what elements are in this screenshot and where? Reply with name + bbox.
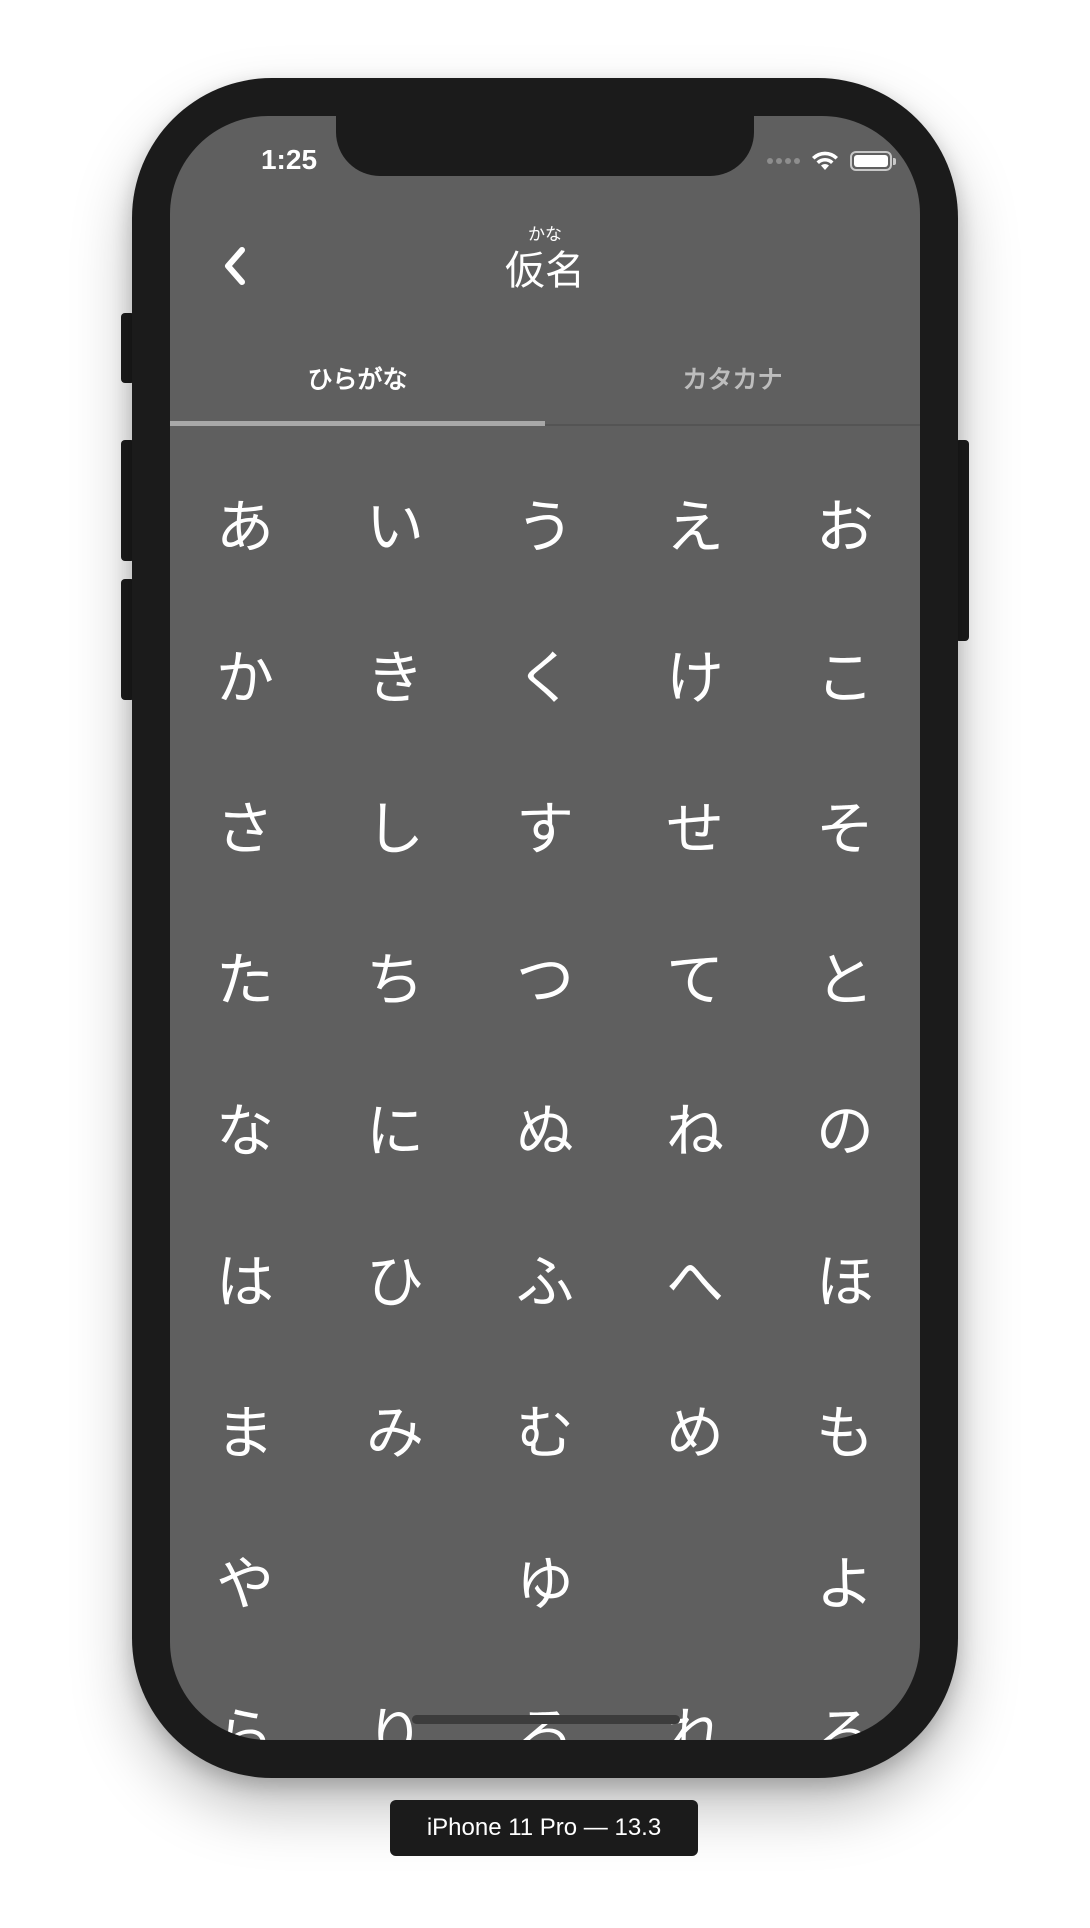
kana-cell[interactable]: に [320, 1050, 470, 1201]
simulator-stage: 1:25 かな 仮名 ひらがな カタカナ あ い う え お か き く け こ… [0, 0, 1090, 1928]
kana-cell[interactable]: ね [620, 1050, 770, 1201]
kana-cell[interactable]: ま [170, 1352, 320, 1503]
kana-cell[interactable]: な [170, 1050, 320, 1201]
kana-cell[interactable]: も [770, 1352, 920, 1503]
kana-cell[interactable]: の [770, 1050, 920, 1201]
battery-icon [850, 151, 896, 171]
page-title-ruby: かな [528, 225, 562, 245]
kana-cell[interactable]: あ [170, 446, 320, 597]
kana-cell[interactable]: ぬ [470, 1050, 620, 1201]
kana-cell[interactable]: さ [170, 748, 320, 899]
wifi-icon [812, 151, 838, 170]
kana-cell[interactable]: み [320, 1352, 470, 1503]
kana-cell[interactable]: ふ [470, 1201, 620, 1352]
kana-cell[interactable]: く [470, 597, 620, 748]
kana-cell[interactable]: か [170, 597, 320, 748]
kana-cell[interactable]: は [170, 1201, 320, 1352]
kana-cell[interactable]: ら [170, 1654, 320, 1741]
device-label: iPhone 11 Pro — 13.3 [390, 1800, 698, 1856]
kana-cell[interactable]: よ [770, 1503, 920, 1654]
cellular-signal-icon [767, 158, 800, 164]
kana-cell[interactable]: お [770, 446, 920, 597]
kana-cell[interactable]: ゆ [470, 1503, 620, 1654]
kana-cell[interactable]: い [320, 446, 470, 597]
kana-cell[interactable]: し [320, 748, 470, 899]
page-title-text: 仮名 [505, 248, 585, 294]
kana-cell[interactable]: ろ [770, 1654, 920, 1741]
kana-cell[interactable]: う [470, 446, 620, 597]
tab-bar: ひらがな カタカナ [170, 334, 920, 426]
kana-cell-empty [620, 1503, 770, 1654]
kana-cell[interactable]: た [170, 899, 320, 1050]
kana-cell[interactable]: と [770, 899, 920, 1050]
kana-cell[interactable]: り [320, 1654, 470, 1741]
kana-cell[interactable]: せ [620, 748, 770, 899]
kana-cell[interactable]: ひ [320, 1201, 470, 1352]
tab-hiragana[interactable]: ひらがな [170, 334, 545, 426]
kana-cell[interactable]: そ [770, 748, 920, 899]
kana-cell[interactable]: け [620, 597, 770, 748]
kana-cell[interactable]: こ [770, 597, 920, 748]
notch [336, 116, 754, 176]
kana-cell[interactable]: ほ [770, 1201, 920, 1352]
kana-cell[interactable]: す [470, 748, 620, 899]
status-time: 1:25 [260, 144, 318, 175]
page-title: かな 仮名 [395, 224, 695, 296]
kana-cell[interactable]: へ [620, 1201, 770, 1352]
status-icons [767, 148, 896, 174]
device-screen: 1:25 かな 仮名 ひらがな カタカナ あ い う え お か き く け こ… [170, 116, 920, 1740]
kana-cell[interactable]: つ [470, 899, 620, 1050]
kana-cell[interactable]: き [320, 597, 470, 748]
navigation-bar: かな 仮名 [170, 216, 920, 316]
kana-cell[interactable]: め [620, 1352, 770, 1503]
kana-cell[interactable]: て [620, 899, 770, 1050]
kana-cell[interactable]: る [470, 1654, 620, 1741]
kana-cell-empty [320, 1503, 470, 1654]
kana-cell[interactable]: え [620, 446, 770, 597]
home-indicator[interactable] [412, 1715, 680, 1724]
kana-cell[interactable]: む [470, 1352, 620, 1503]
kana-cell[interactable]: ち [320, 899, 470, 1050]
tab-katakana[interactable]: カタカナ [545, 334, 920, 424]
back-button[interactable] [210, 238, 260, 294]
chevron-left-icon [225, 247, 245, 285]
kana-grid: あいうえおかきくけこさしすせそたちつてとなにぬねのはひふへほまみむめもやゆよらり… [170, 446, 920, 1741]
kana-cell[interactable]: や [170, 1503, 320, 1654]
kana-cell[interactable]: れ [620, 1654, 770, 1741]
